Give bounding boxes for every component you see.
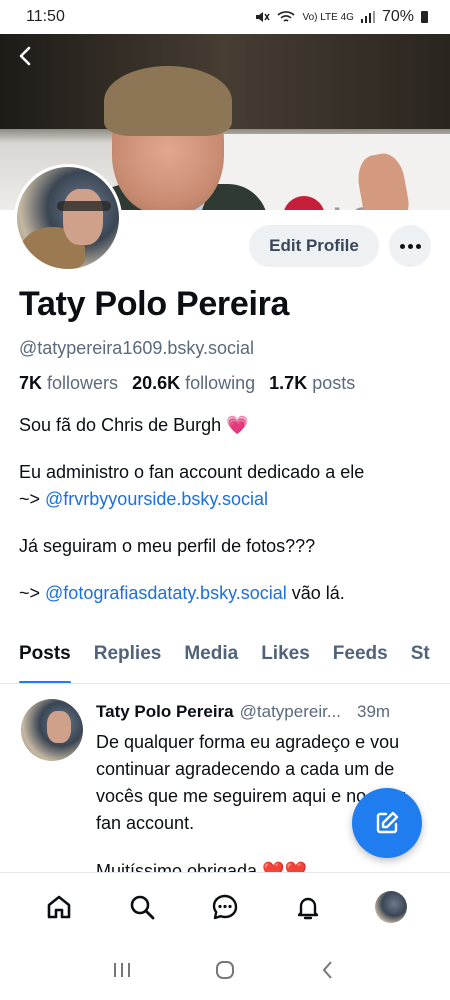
compose-icon: [376, 811, 399, 834]
banner-person-hair: [104, 66, 232, 136]
battery-icon: [421, 11, 428, 23]
signal-icon: [360, 11, 375, 23]
post-avatar[interactable]: [21, 699, 83, 761]
tab-likes[interactable]: Likes: [261, 630, 310, 683]
home-icon: [48, 895, 71, 918]
avatar-sunglasses: [57, 201, 111, 211]
bio-line: Eu administro o fan account dedicado a e…: [19, 459, 439, 513]
battery-level: 70%: [381, 8, 414, 25]
profile-stats: 7K followers 20.6K following 1.7K posts: [19, 373, 355, 394]
bio-text: Já seguiram o meu perfil de fotos???: [19, 536, 316, 556]
posts-count: 1.7K: [269, 373, 308, 393]
bio-prefix: ~>: [19, 583, 46, 603]
profile-bio: Sou fã do Chris de Burgh 💗 Eu administro…: [19, 412, 439, 627]
post-time: 39m: [357, 702, 391, 721]
followers-count: 7K: [19, 373, 43, 393]
bio-text: Eu administro o fan account dedicado a e…: [19, 462, 365, 482]
posts-stat: 1.7K posts: [269, 373, 355, 394]
photo-profile-link[interactable]: @fotografiasdataty.bsky.social: [45, 583, 287, 603]
nav-search[interactable]: [122, 887, 162, 927]
nav-chat[interactable]: [205, 887, 245, 927]
followers-label: followers: [47, 373, 119, 393]
bio-line: Já seguiram o meu perfil de fotos???: [19, 533, 439, 560]
following-stat[interactable]: 20.6K following: [132, 373, 255, 394]
nav-profile-avatar: [374, 890, 407, 923]
post-header: Taty Polo Pereira @tatypereir... 39m: [96, 702, 436, 722]
search-icon: [130, 895, 155, 919]
status-time: 11:50: [26, 8, 65, 25]
status-icons: Vo) LTE 4G 70%: [254, 8, 428, 26]
following-count: 20.6K: [132, 373, 181, 393]
post-avatar-face: [47, 711, 71, 743]
bottom-navigation: [0, 872, 450, 940]
bio-text: Sou fã do Chris de Burgh: [19, 415, 222, 435]
tab-posts[interactable]: Posts: [19, 630, 71, 683]
profile-tabs: Posts Replies Media Likes Feeds St: [0, 630, 450, 684]
posts-label: posts: [312, 373, 356, 393]
profile-handle: @tatypereira1609.bsky.social: [19, 338, 255, 358]
chat-icon: [212, 894, 238, 919]
tab-media[interactable]: Media: [184, 630, 238, 683]
post-handle[interactable]: @tatypereir...: [240, 702, 341, 722]
system-navigation-bar: [0, 940, 450, 1000]
nav-profile[interactable]: [371, 887, 411, 927]
display-name: Taty Polo Pereira: [19, 285, 290, 323]
home-button-icon[interactable]: [214, 959, 236, 981]
following-label: following: [185, 373, 256, 393]
avatar-face: [63, 189, 103, 245]
status-bar: 11:50 Vo) LTE 4G 70%: [0, 0, 450, 34]
network-label: Vo) LTE 4G: [302, 11, 354, 23]
more-dot: [407, 243, 413, 249]
bio-line: Sou fã do Chris de Burgh 💗: [19, 412, 439, 439]
bio-prefix: ~>: [19, 489, 46, 509]
bell-icon: [297, 897, 318, 919]
fan-account-link[interactable]: @frvrbyyourside.bsky.social: [45, 489, 268, 509]
bio-text: vão lá.: [286, 583, 345, 603]
wifi-icon: [277, 11, 295, 22]
tab-replies[interactable]: Replies: [94, 630, 162, 683]
tab-feeds[interactable]: Feeds: [333, 630, 388, 683]
more-dot: [415, 243, 421, 249]
system-back-icon[interactable]: [317, 959, 339, 981]
mute-icon: [256, 12, 271, 22]
profile-avatar[interactable]: [14, 164, 122, 272]
nav-notifications[interactable]: [288, 887, 328, 927]
more-horizontal-icon: [399, 243, 405, 249]
edit-profile-button[interactable]: Edit Profile: [249, 225, 379, 267]
compose-button[interactable]: [352, 788, 422, 858]
post-author[interactable]: Taty Polo Pereira: [96, 702, 234, 722]
more-options-button[interactable]: [389, 225, 431, 267]
nav-home[interactable]: [39, 887, 79, 927]
tab-starter-packs[interactable]: St: [411, 630, 430, 683]
back-arrow-icon[interactable]: [14, 44, 38, 68]
recent-apps-icon[interactable]: [111, 960, 133, 980]
heart-emoji-icon: 💗: [226, 415, 249, 435]
followers-stat[interactable]: 7K followers: [19, 373, 118, 394]
bio-line: ~> @fotografiasdataty.bsky.social vão lá…: [19, 580, 439, 607]
